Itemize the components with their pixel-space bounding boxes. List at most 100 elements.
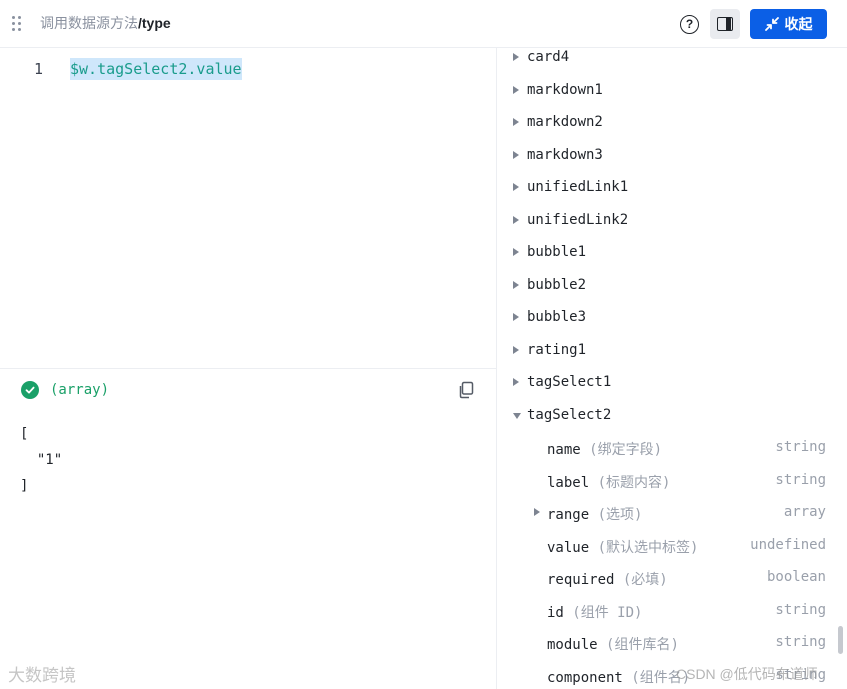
tree-child-key: module (组件库名) [547,634,679,654]
tree-item-rating1[interactable]: rating1 [497,335,847,367]
tree-item-markdown2[interactable]: markdown2 [497,107,847,139]
property-type: string [775,471,826,488]
property-name: range [547,507,590,523]
result-output-line: [ [20,426,29,442]
property-description: (组件 ID) [572,604,643,621]
code-expression[interactable]: $w.tagSelect2.value [70,58,242,80]
chevron-right-icon[interactable] [513,248,519,256]
property-type: undefined [750,536,826,553]
tree-item-key: markdown1 [527,81,603,98]
panel-layout-icon-bar [726,17,731,31]
tree-item-bubble1[interactable]: bubble1 [497,237,847,269]
tree-child-label[interactable]: label (标题内容) string [497,465,847,497]
collapse-arrows-icon [764,17,779,31]
tree-item-bubble3[interactable]: bubble3 [497,302,847,334]
tree-item-key: markdown2 [527,114,603,130]
tree-child-range[interactable]: range (选项) array [497,497,847,529]
drag-handle-icon[interactable] [12,16,24,32]
tree-item-key: unifiedLink1 [527,179,629,195]
property-type: array [783,504,826,520]
tree-item-key: bubble3 [527,309,587,325]
tree-child-id[interactable]: id (组件 ID) string [497,595,847,627]
result-type-label: (array) [50,382,110,398]
property-description: (组件库名) [606,637,679,653]
tree-item-markdown3[interactable]: markdown3 [497,140,847,172]
tree-item-key: markdown3 [527,146,603,163]
property-description: (选项) [597,507,643,523]
property-description: (绑定字段) [589,442,663,458]
code-editor[interactable]: 1 $w.tagSelect2.value [0,48,496,368]
breadcrumb: 调用数据源方法/type [40,13,171,33]
result-output-line: ] [20,478,29,494]
chevron-right-icon[interactable] [513,313,519,321]
chevron-right-icon[interactable] [513,118,519,126]
tree-item-key: tagSelect1 [527,374,612,390]
header-bar: 调用数据源方法/type ? 收起 [0,0,847,48]
tree-item-tagSelect1[interactable]: tagSelect1 [497,367,847,399]
check-circle-icon [21,381,39,399]
tree-child-value[interactable]: value (默认选中标签) undefined [497,530,847,562]
chevron-right-icon[interactable] [513,378,519,386]
tree-item-unifiedLink1[interactable]: unifiedLink1 [497,172,847,204]
property-name: required [547,572,615,588]
breadcrumb-parent[interactable]: 调用数据源方法 [40,15,138,31]
tree-child-name[interactable]: name (绑定字段) string [497,432,847,464]
chevron-right-icon[interactable] [513,280,519,289]
chevron-right-icon[interactable] [534,508,540,516]
collapse-button[interactable]: 收起 [750,9,827,39]
chevron-right-icon[interactable] [513,85,519,94]
property-name: id [547,604,564,621]
property-name: value [547,539,590,556]
line-number: 1 [34,60,44,78]
tree-item-unifiedLink2[interactable]: unifiedLink2 [497,205,847,237]
tree-child-key: range (选项) [547,504,642,524]
property-description: (标题内容) [597,474,671,491]
collapse-button-label: 收起 [784,16,813,32]
tree-child-module[interactable]: module (组件库名) string [497,627,847,659]
tree-child-key: required (必填) [547,569,668,589]
tree-item-key: bubble2 [527,276,587,293]
watermark-logo: 大数跨境 [8,666,76,685]
property-type: boolean [766,569,826,585]
tree-scrollbar[interactable] [838,626,843,654]
result-output-line: "1" [20,452,63,468]
watermark-credit: CSDN @低代码布道师 [676,666,818,682]
copy-icon[interactable] [457,381,475,399]
tree-item-key: unifiedLink2 [527,211,629,228]
tree-item-key: tagSelect2 [527,406,612,423]
tree-item-tagSelect2[interactable]: tagSelect2 [497,400,847,432]
property-type: string [775,634,826,650]
property-type: string [775,439,826,455]
tree-item-key: bubble1 [527,244,587,260]
variable-tree: card4 markdown1 markdown2 markdown3 unifiedL… [497,42,847,689]
tree-item-card4[interactable]: card4 [497,42,847,74]
property-description: (默认选中标签) [597,539,699,556]
tree-item-key: rating1 [527,341,587,358]
tree-child-key: id (组件 ID) [547,602,642,622]
breadcrumb-current: type [141,15,171,31]
chevron-right-icon[interactable] [513,183,519,191]
tree-item-key: card4 [527,49,570,65]
chevron-down-icon[interactable] [513,412,521,419]
tree-child-required[interactable]: required (必填) boolean [497,562,847,594]
tree-child-key: value (默认选中标签) [547,537,698,557]
tree-item-markdown1[interactable]: markdown1 [497,75,847,107]
result-panel: (array) [ "1"] [0,368,496,689]
property-name: component [547,669,623,686]
tree-child-key: component (组件名) [547,667,690,687]
property-description: (必填) [622,572,668,588]
tree-child-key: label (标题内容) [547,472,670,492]
property-type: string [775,601,826,618]
tree-item-bubble2[interactable]: bubble2 [497,270,847,302]
property-name: label [547,474,590,491]
chevron-right-icon[interactable] [513,150,519,159]
help-icon[interactable]: ? [680,15,699,34]
tree-child-key: name (绑定字段) [547,439,662,459]
property-name: name [547,442,581,458]
property-name: module [547,637,598,653]
chevron-right-icon[interactable] [513,215,519,224]
side-panel-toggle-button[interactable] [710,9,740,39]
chevron-right-icon[interactable] [513,53,519,61]
chevron-right-icon[interactable] [513,345,519,354]
result-output: [ "1"] [20,421,62,499]
